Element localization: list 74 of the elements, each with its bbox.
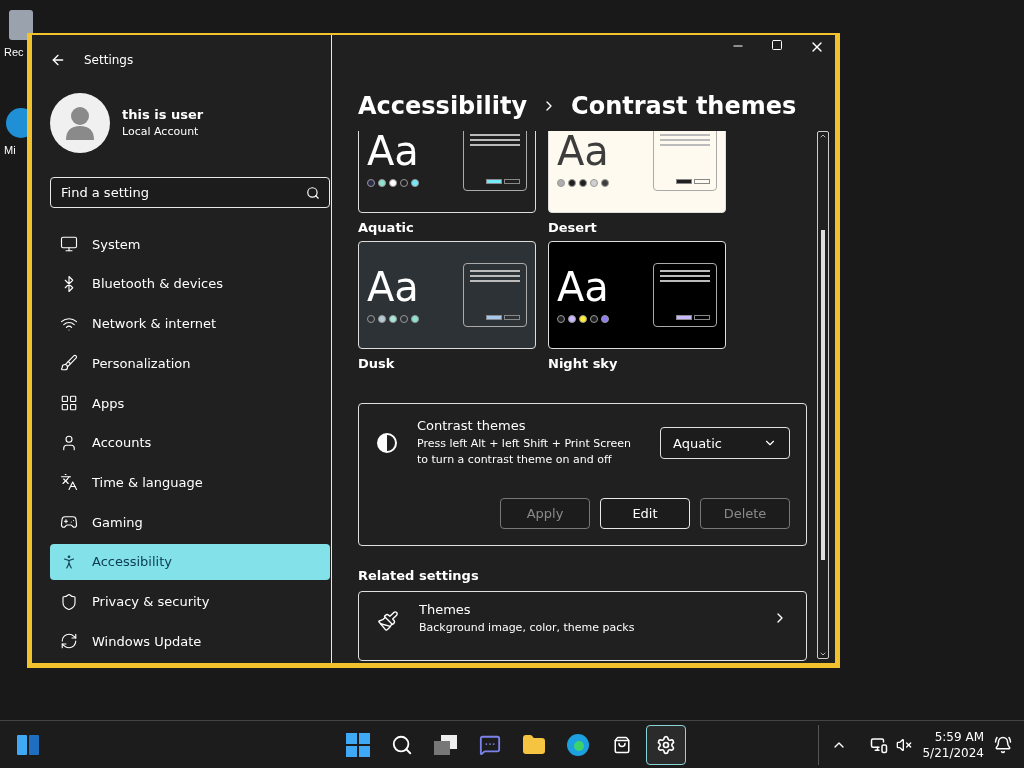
search-icon <box>391 733 413 756</box>
setting-title: Contrast themes <box>417 418 527 433</box>
browser-icon <box>566 732 590 757</box>
color-swatches <box>367 315 419 323</box>
account-type: Local Account <box>122 125 200 139</box>
action-button[interactable]: Edit <box>600 498 690 529</box>
window-title: Settings <box>84 52 134 67</box>
language-icon <box>60 473 78 492</box>
brush-icon <box>60 354 78 373</box>
theme-name: Desert <box>548 218 598 237</box>
task-view-icon <box>433 733 459 756</box>
windows-logo-icon <box>346 732 370 757</box>
scrollbar[interactable] <box>817 131 829 659</box>
monitor-icon <box>60 235 78 254</box>
muted-volume-icon[interactable] <box>896 736 913 753</box>
color-swatches <box>557 179 609 187</box>
desktop-icon-label[interactable]: Rec <box>4 46 24 58</box>
refresh-icon <box>60 632 78 651</box>
sidebar-item[interactable]: Personalization <box>50 345 330 382</box>
window-preview <box>653 263 717 327</box>
scroll-up-icon[interactable] <box>819 132 827 140</box>
sidebar-item[interactable]: Apps <box>50 385 330 421</box>
related-setting-link[interactable]: Themes Background image, color, theme packs <box>358 591 807 661</box>
sidebar-item[interactable]: Bluetooth & devices <box>50 266 330 302</box>
contrast-icon <box>377 433 397 453</box>
sidebar-item[interactable]: Windows Update <box>50 623 330 660</box>
settings-icon <box>656 734 676 755</box>
brush-icon <box>377 610 399 632</box>
sidebar-item[interactable]: Network & internet <box>50 305 330 342</box>
scroll-down-icon[interactable] <box>819 650 827 658</box>
sample-text: Aa <box>367 131 419 171</box>
breadcrumb-item[interactable]: Accessibility <box>358 91 528 121</box>
theme-preview[interactable]: Aa <box>358 131 536 213</box>
widgets-icon <box>16 732 40 757</box>
search-field[interactable]: Find a setting <box>50 176 330 209</box>
window-preview <box>463 131 527 191</box>
theme-name: Night sky <box>548 354 619 373</box>
breadcrumb-item: Contrast themes <box>571 91 797 121</box>
window-preview <box>463 263 527 327</box>
sample-text: Aa <box>367 267 419 307</box>
network-icon[interactable] <box>870 735 889 754</box>
taskbar-app[interactable] <box>646 724 686 765</box>
sidebar-item[interactable]: Privacy & security <box>50 583 330 620</box>
notification-icon[interactable] <box>994 735 1012 754</box>
theme-dropdown[interactable]: Aquatic <box>660 427 790 459</box>
clock-time[interactable]: 5:59 AM <box>922 729 984 744</box>
theme-preview[interactable]: Aa <box>548 241 726 349</box>
chat-icon <box>479 733 501 756</box>
sidebar-item[interactable]: Accounts <box>50 424 330 461</box>
sidebar-item[interactable]: Accessibility <box>50 543 330 580</box>
grid-icon <box>60 394 78 412</box>
sidebar-item[interactable]: Gaming <box>50 504 330 540</box>
person-icon <box>60 433 78 452</box>
user-name: this is user <box>122 107 204 123</box>
folder-icon <box>522 732 546 757</box>
store-icon <box>613 735 631 754</box>
clock-date[interactable]: 5/21/2024 <box>922 745 984 760</box>
desktop-icon-label[interactable]: Mi <box>4 144 16 156</box>
color-swatches <box>557 315 609 323</box>
theme-name: Aquatic <box>358 218 415 237</box>
sample-text: Aa <box>557 267 609 307</box>
sidebar-item[interactable]: Time & language <box>50 464 330 501</box>
search-icon <box>306 185 320 200</box>
setting-description: Press left Alt + left Shift + Print Screen to turn a contrast theme on and off <box>417 436 632 468</box>
color-swatches <box>367 179 419 187</box>
sample-text: Aa <box>557 131 609 171</box>
section-heading: Related settings <box>358 568 480 583</box>
theme-name: Dusk <box>358 354 396 373</box>
shield-icon <box>60 592 78 611</box>
theme-preview[interactable]: Aa <box>548 131 726 213</box>
sidebar-item[interactable]: System <box>50 226 330 263</box>
theme-preview[interactable]: Aa <box>358 241 536 349</box>
person-silhouette-icon <box>64 105 96 140</box>
window-preview <box>653 131 717 191</box>
